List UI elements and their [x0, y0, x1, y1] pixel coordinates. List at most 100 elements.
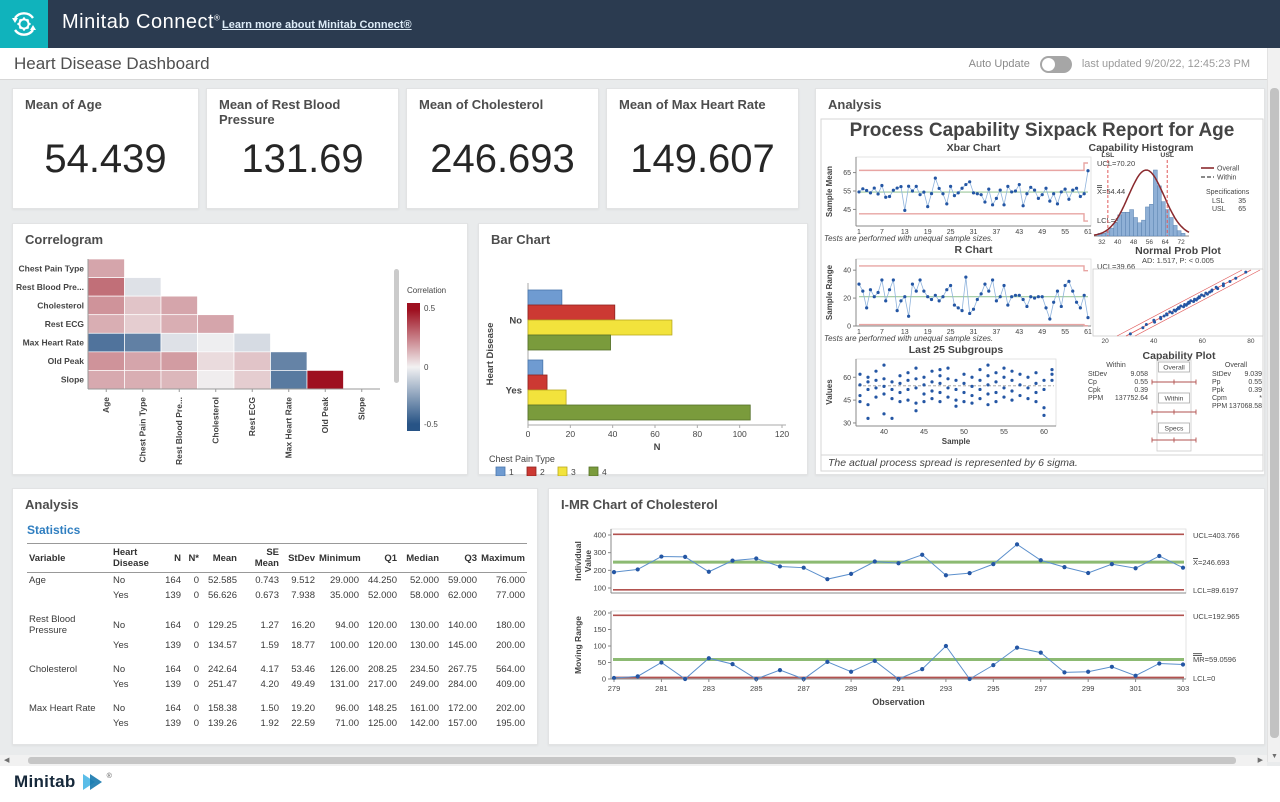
column-header: Mean — [201, 544, 239, 573]
table-cell — [27, 588, 111, 603]
svg-text:0.5: 0.5 — [424, 304, 436, 313]
imr-chart-panel: I-MR Chart of Cholesterol 100200300400UC… — [548, 488, 1265, 745]
kpi-card-mean-cholesterol: Mean of Cholesterol 246.693 — [406, 88, 599, 209]
kpi-card-mean-max-hr: Mean of Max Heart Rate 149.607 — [606, 88, 799, 209]
table-cell: 126.00 — [317, 662, 361, 677]
table-cell: 0 — [183, 677, 201, 692]
vertical-scrollbar[interactable]: ▼ — [1267, 48, 1280, 762]
scroll-right-arrow-icon[interactable]: ▶ — [1258, 756, 1263, 764]
table-cell: 409.00 — [479, 677, 527, 692]
svg-text:49: 49 — [1038, 229, 1046, 236]
table-cell: 0.743 — [239, 573, 281, 589]
svg-text:Sample: Sample — [942, 437, 971, 446]
table-cell: Age — [27, 573, 111, 589]
svg-text:50: 50 — [598, 658, 606, 667]
table-row: AgeNo164052.5850.7439.51229.00044.25052.… — [27, 573, 527, 589]
svg-text:137752.64: 137752.64 — [1115, 395, 1148, 402]
table-cell: 195.00 — [479, 716, 527, 731]
table-cell: 267.75 — [441, 662, 479, 677]
svg-text:Rest Blood Pre...: Rest Blood Pre... — [16, 282, 84, 292]
svg-text:43: 43 — [1015, 229, 1023, 236]
svg-text:285: 285 — [750, 684, 763, 693]
svg-text:40: 40 — [880, 429, 888, 436]
table-cell: 130.00 — [399, 612, 441, 638]
svg-text:49: 49 — [1038, 329, 1046, 336]
table-cell: 0 — [183, 588, 201, 603]
svg-text:40: 40 — [843, 268, 851, 275]
column-header: Q3 — [441, 544, 479, 573]
svg-text:Max Heart Rate: Max Heart Rate — [23, 338, 85, 348]
vertical-scrollbar-thumb[interactable] — [1270, 88, 1279, 738]
svg-text:295: 295 — [987, 684, 1000, 693]
statistics-section-title: Statistics — [27, 523, 80, 537]
svg-text:Xbar Chart: Xbar Chart — [947, 142, 1001, 154]
page-title: Heart Disease Dashboard — [14, 54, 210, 74]
horizontal-scrollbar-thumb[interactable] — [28, 757, 1236, 764]
table-cell: 1.50 — [239, 701, 281, 716]
svg-text:43: 43 — [1015, 329, 1023, 336]
table-cell — [27, 638, 111, 653]
svg-text:0.39: 0.39 — [1134, 387, 1148, 394]
svg-text:USL: USL — [1212, 206, 1226, 213]
column-header: SE Mean — [239, 544, 281, 573]
svg-text:StDev: StDev — [1212, 371, 1232, 378]
svg-text:Moving Range: Moving Range — [573, 616, 583, 674]
svg-text:R Chart: R Chart — [955, 244, 993, 256]
table-cell: 44.250 — [361, 573, 399, 589]
heart-disease-bar-chart: NoYes020406080100120NHeart DiseaseChest … — [479, 248, 809, 476]
panel-title: Analysis — [828, 97, 881, 112]
table-cell: 19.20 — [281, 701, 317, 716]
sixpack-report-chart: Process Capability Sixpack Report for Ag… — [816, 113, 1266, 476]
svg-text:Old Peak: Old Peak — [320, 397, 330, 434]
minitab-footer-logo[interactable]: Minitab ® — [14, 772, 110, 792]
table-cell: 129.25 — [201, 612, 239, 638]
table-cell: Yes — [111, 716, 163, 731]
svg-text:StDev: StDev — [1088, 371, 1108, 378]
top-navbar: Minitab Connect® Learn more about Minita… — [0, 0, 1280, 48]
table-cell: 76.000 — [479, 573, 527, 589]
table-cell: 29.000 — [317, 573, 361, 589]
svg-text:X=54.44: X=54.44 — [1097, 187, 1125, 196]
scroll-down-arrow-icon[interactable]: ▼ — [1271, 753, 1278, 760]
svg-text:100: 100 — [593, 642, 606, 651]
table-cell: 0 — [183, 701, 201, 716]
horizontal-scrollbar[interactable]: ◀ ▶ — [0, 755, 1267, 766]
svg-text:293: 293 — [940, 684, 953, 693]
table-cell: 145.00 — [441, 638, 479, 653]
kpi-label: Mean of Age — [25, 97, 102, 112]
svg-text:0: 0 — [847, 324, 851, 331]
svg-text:100: 100 — [733, 429, 747, 439]
table-cell: 130.00 — [399, 638, 441, 653]
sixpack-analysis-panel: Analysis Process Capability Sixpack Repo… — [815, 88, 1265, 475]
kpi-card-mean-age: Mean of Age 54.439 — [12, 88, 199, 209]
table-cell: 139 — [163, 638, 183, 653]
footer-brand-text: Minitab — [14, 772, 76, 792]
table-cell: No — [111, 612, 163, 638]
kpi-value: 131.69 — [207, 137, 398, 182]
minitab-connect-logo[interactable] — [0, 0, 48, 48]
svg-text:4: 4 — [602, 467, 607, 476]
svg-text:Values: Values — [825, 379, 834, 405]
svg-text:35: 35 — [1238, 198, 1246, 205]
table-cell: 164 — [163, 662, 183, 677]
svg-text:Cpk: Cpk — [1088, 387, 1101, 394]
panel-title: Analysis — [25, 497, 78, 512]
imr-control-chart: 100200300400UCL=403.766X=246.693LCL=89.6… — [549, 513, 1266, 746]
table-cell: 9.512 — [281, 573, 317, 589]
svg-text:20: 20 — [843, 296, 851, 303]
svg-text:Within: Within — [1217, 175, 1237, 182]
learn-more-link[interactable]: Learn more about Minitab Connect® — [222, 19, 412, 31]
table-row: Max Heart RateNo1640158.381.5019.2096.00… — [27, 701, 527, 716]
svg-text:N: N — [654, 442, 661, 453]
svg-text:297: 297 — [1034, 684, 1047, 693]
svg-text:Within: Within — [1106, 362, 1126, 369]
table-cell: 96.00 — [317, 701, 361, 716]
svg-text:Ppk: Ppk — [1212, 387, 1225, 394]
svg-text:291: 291 — [892, 684, 905, 693]
table-cell: Cholesterol — [27, 662, 111, 677]
table-cell: No — [111, 573, 163, 589]
svg-text:60: 60 — [843, 375, 851, 382]
auto-update-toggle[interactable] — [1040, 56, 1072, 73]
scroll-left-arrow-icon[interactable]: ◀ — [4, 756, 9, 764]
svg-text:100: 100 — [593, 584, 606, 593]
